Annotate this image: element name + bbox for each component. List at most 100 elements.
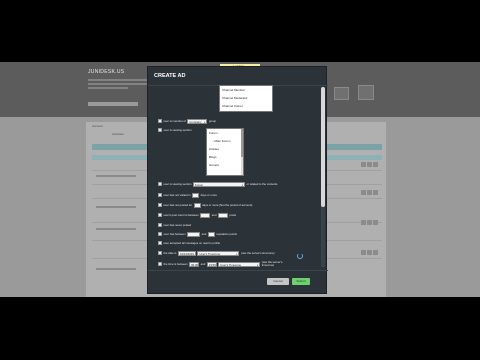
condition-checkbox[interactable]	[158, 119, 162, 123]
condition-label: user's post count is between	[163, 213, 199, 217]
row-text	[96, 175, 136, 177]
condition-label: group	[208, 119, 217, 123]
condition-label: user is viewing section	[163, 128, 192, 132]
condition-label: reputation points	[216, 232, 237, 236]
row-text	[96, 268, 136, 270]
list-item[interactable]: – Main Forum	[207, 137, 243, 145]
end-time-input[interactable]: 23:59	[206, 261, 217, 267]
list-item[interactable]: Forum	[207, 129, 243, 137]
dialog-scrollbar[interactable]	[321, 87, 325, 267]
condition-label: user is viewing section	[163, 182, 192, 186]
list-scrollbar[interactable]	[241, 129, 243, 175]
condition-label: user is member of	[163, 119, 186, 123]
list-item[interactable]: Blogs	[207, 153, 243, 161]
timezone-select[interactable]: User's Timezone ▾	[197, 250, 240, 256]
condition-viewing-section-related: user is viewing section Forum ▾ or relate…	[158, 181, 279, 187]
max-posts-input[interactable]	[217, 212, 228, 218]
condition-post-count: user's post count is between and posts	[158, 212, 238, 218]
condition-label: (use the server's timezone)	[240, 251, 275, 255]
section-select[interactable]: Forum ▾	[192, 181, 245, 187]
min-reputation-input[interactable]	[187, 231, 201, 237]
condition-label: posts	[229, 213, 237, 217]
condition-label: (use the server's timezone)	[261, 259, 283, 267]
submit-button[interactable]: Submit	[292, 278, 310, 285]
condition-checkbox[interactable]	[158, 128, 162, 132]
condition-label: days or more (Not the period of account)	[202, 203, 253, 207]
select-value: User's Timezone	[199, 251, 221, 256]
select-value: User's Timezone	[220, 262, 242, 267]
site-tab[interactable]: Activities	[112, 132, 124, 136]
condition-label: or related to the contents	[246, 182, 278, 186]
days-input[interactable]	[193, 202, 201, 208]
chevron-down-icon: ▾	[241, 183, 243, 187]
row-text	[96, 228, 136, 230]
timezone-select[interactable]: User's Timezone ▾	[218, 261, 261, 267]
row-action-buttons[interactable]	[361, 212, 379, 225]
condition-label: days or more	[200, 193, 217, 197]
group-select[interactable]: Company ▾	[187, 118, 208, 124]
condition-reputation: user has between and reputation points	[158, 231, 238, 237]
condition-checkbox[interactable]	[158, 203, 162, 207]
condition-checkbox[interactable]	[158, 232, 162, 236]
divider	[148, 270, 328, 271]
start-time-input[interactable]: 00:00	[189, 261, 200, 267]
condition-time-between: the time is between 00:00 and 23:59 User…	[158, 259, 293, 267]
chevron-down-icon: ▾	[236, 252, 238, 256]
min-posts-input[interactable]	[200, 212, 211, 218]
condition-checkbox[interactable]	[158, 251, 162, 255]
condition-checkbox[interactable]	[158, 223, 162, 227]
condition-label: and	[211, 213, 217, 217]
video-frame: JUNIDESK.US Account Activities Loading..…	[0, 0, 480, 360]
condition-label: user has never posted	[163, 223, 192, 227]
chevron-down-icon: ▾	[204, 120, 206, 124]
header-text-line	[88, 87, 128, 89]
row-action-buttons[interactable]	[361, 242, 379, 255]
condition-checkbox[interactable]	[158, 262, 162, 266]
condition-date: the date is 01/01/2019 User's Timezone ▾ …	[158, 250, 276, 256]
select-value: Company	[189, 119, 202, 124]
header-icon[interactable]	[334, 87, 349, 100]
row-text	[96, 206, 136, 208]
section-list[interactable]: Forum – Main Forum Articles Blogs Groups	[206, 128, 244, 176]
header-icon[interactable]	[358, 85, 374, 100]
row-action-buttons[interactable]	[361, 182, 379, 195]
condition-label: user has not posted for	[163, 203, 193, 207]
condition-checkbox[interactable]	[158, 182, 162, 186]
row-action-buttons[interactable]	[361, 154, 379, 167]
date-input[interactable]: 01/01/2019	[177, 250, 196, 256]
site-tab[interactable]: Account	[92, 124, 103, 128]
condition-label: user has between	[163, 232, 186, 236]
list-item[interactable]: Articles	[207, 145, 243, 153]
condition-label: and	[201, 232, 207, 236]
days-input[interactable]	[192, 192, 200, 198]
chevron-down-icon: ▾	[257, 263, 259, 267]
condition-member-of-group: user is member of Company ▾ group	[158, 118, 218, 124]
list-item[interactable]: Channel Moderator	[220, 94, 272, 102]
max-reputation-input[interactable]	[207, 231, 215, 237]
loading-spinner-icon	[297, 253, 303, 259]
site-title: JUNIDESK.US	[88, 69, 125, 75]
condition-never-posted: user has never posted	[158, 222, 193, 228]
condition-not-posted: user has not posted for days or more (No…	[158, 202, 254, 208]
condition-label: user has not visited in	[163, 193, 191, 197]
condition-not-visited: user has not visited in days or more	[158, 192, 218, 198]
create-ad-dialog: CREATE AD Channel Member Channel Moderat…	[147, 66, 328, 294]
dialog-title: CREATE AD	[154, 73, 186, 79]
condition-label: user accepted all messages on users's pr…	[163, 241, 221, 245]
condition-accepts-messages: user accepted all messages on users's pr…	[158, 240, 222, 246]
cancel-button[interactable]: Cancel	[267, 278, 289, 285]
condition-checkbox[interactable]	[158, 213, 162, 217]
condition-checkbox[interactable]	[158, 193, 162, 197]
condition-label: the time is between	[163, 262, 188, 266]
list-item[interactable]: Channel Owner	[220, 102, 272, 110]
condition-label: the date is	[163, 251, 177, 255]
search-box[interactable]	[88, 102, 138, 106]
list-item[interactable]: Channel Member	[220, 86, 272, 94]
scrollbar-thumb[interactable]	[321, 87, 325, 207]
channel-role-list[interactable]: Channel Member Channel Moderator Channel…	[219, 85, 273, 112]
condition-viewing-section: user is viewing section	[158, 127, 193, 133]
condition-label: and	[200, 262, 206, 266]
list-item[interactable]: Groups	[207, 161, 243, 169]
condition-checkbox[interactable]	[158, 241, 162, 245]
select-value: Forum	[194, 182, 204, 187]
